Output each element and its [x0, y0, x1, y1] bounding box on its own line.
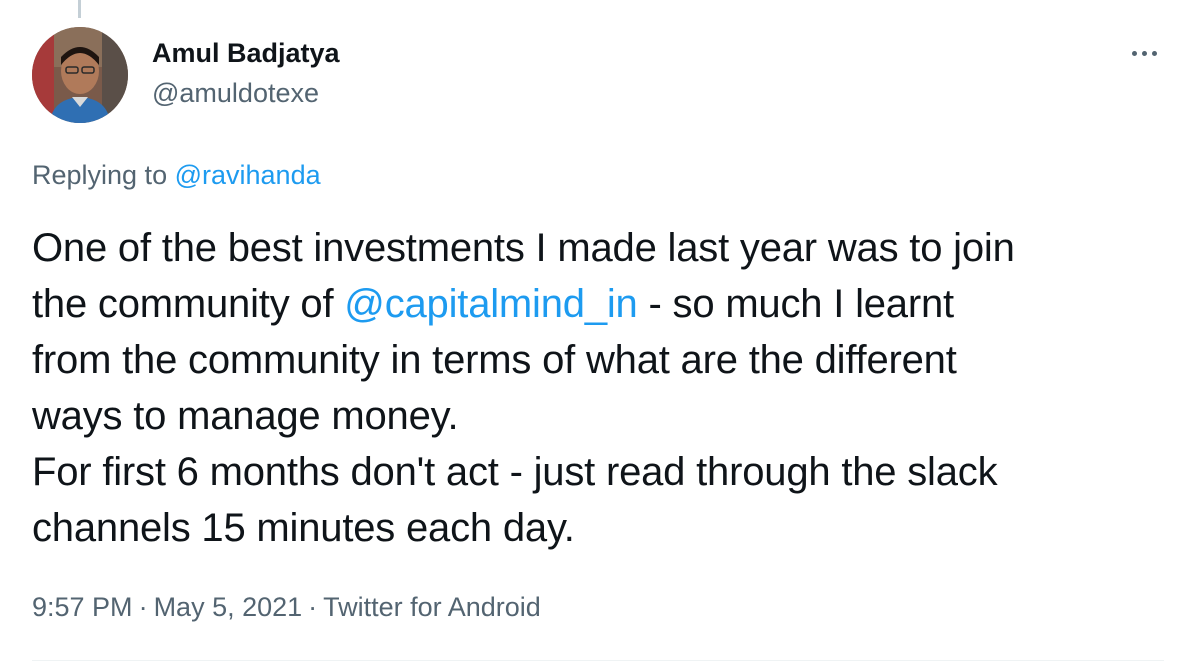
more-dot: [1151, 50, 1157, 56]
tweet-line: channels 15 minutes each day.: [32, 506, 575, 550]
more-dot: [1131, 50, 1137, 56]
replying-to: Replying to @ravihanda: [32, 160, 321, 191]
author-name[interactable]: Amul Badjatya: [152, 38, 340, 69]
tweet-line: ways to manage money.: [32, 394, 459, 438]
bottom-divider: [32, 660, 1164, 661]
meta-separator: ·: [138, 592, 148, 622]
reply-mention-link[interactable]: @ravihanda: [175, 160, 321, 190]
tweet-line: One of the best investments I made last …: [32, 226, 1015, 270]
tweet-metadata: 9:57 PM · May 5, 2021 · Twitter for Android: [32, 592, 541, 623]
user-avatar-photo-icon: [32, 27, 128, 123]
tweet-time[interactable]: 9:57 PM: [32, 592, 133, 622]
tweet-source[interactable]: Twitter for Android: [323, 592, 541, 622]
tweet-line: For first 6 months don't act - just read…: [32, 450, 998, 494]
author-handle[interactable]: @amuldotexe: [152, 78, 319, 109]
meta-separator: ·: [308, 592, 318, 622]
avatar[interactable]: [32, 27, 128, 123]
more-dot: [1141, 50, 1147, 56]
tweet-date[interactable]: May 5, 2021: [154, 592, 303, 622]
thread-connector-line: [78, 0, 81, 18]
tweet-line: the community of @capitalmind_in - so mu…: [32, 276, 1162, 332]
tweet-mention-link[interactable]: @capitalmind_in: [344, 282, 638, 326]
tweet-text-segment: the community of: [32, 282, 345, 326]
tweet-line: from the community in terms of what are …: [32, 338, 957, 382]
tweet-text: One of the best investments I made last …: [32, 220, 1162, 556]
replying-to-label: Replying to: [32, 160, 168, 190]
more-options-icon[interactable]: [1124, 38, 1164, 68]
tweet-text-segment: - so much I learnt: [637, 282, 955, 326]
